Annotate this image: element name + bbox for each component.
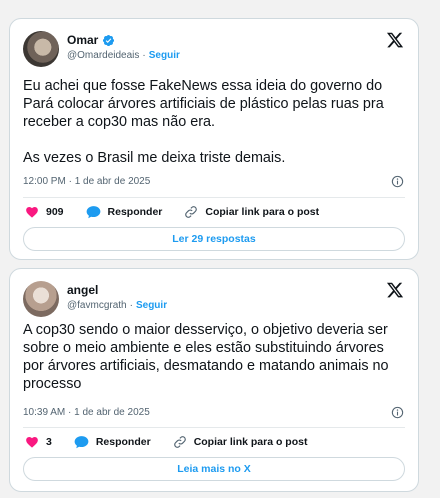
link-icon bbox=[173, 436, 186, 448]
author-handle[interactable]: @favmcgrath bbox=[67, 300, 127, 311]
read-more-button[interactable]: Leia mais no X bbox=[23, 457, 405, 481]
heart-icon bbox=[26, 207, 38, 218]
reply-bubble-icon bbox=[74, 436, 89, 449]
info-icon[interactable] bbox=[391, 175, 404, 188]
follow-link[interactable]: Seguir bbox=[136, 300, 167, 311]
separator: · bbox=[142, 50, 146, 61]
tweet-header: Omar @Omardeideais · Seguir bbox=[23, 29, 406, 71]
copy-link-label: Copiar link para o post bbox=[193, 436, 308, 448]
reply-label: Responder bbox=[95, 436, 151, 448]
tweet-text: A cop30 sendo o maior desserviço, o obje… bbox=[23, 322, 393, 392]
timestamp[interactable]: 12:00 PM · 1 de abr de 2025 bbox=[23, 176, 150, 187]
like-count: 909 bbox=[46, 206, 64, 218]
tweet-header: angel @favmcgrath · Seguir bbox=[23, 279, 406, 321]
reply-label: Responder bbox=[107, 206, 163, 218]
tweet-card[interactable]: Omar @Omardeideais · Seguir Eu achei que… bbox=[9, 18, 419, 260]
read-replies-button[interactable]: Ler 29 respostas bbox=[23, 227, 405, 251]
tweet-text: Eu achei que fosse FakeNews essa ideia d… bbox=[23, 78, 384, 166]
copy-link-label: Copiar link para o post bbox=[205, 206, 320, 218]
divider bbox=[23, 197, 405, 198]
avatar[interactable] bbox=[23, 31, 59, 67]
author-name[interactable]: Omar bbox=[67, 33, 98, 47]
action-bar: 3 Responder Copiar link para o post bbox=[25, 433, 405, 451]
verified-badge-icon bbox=[102, 34, 115, 47]
copy-link-button[interactable]: Copiar link para o post bbox=[184, 205, 319, 219]
reply-button[interactable]: Responder bbox=[74, 435, 151, 449]
reply-button[interactable]: Responder bbox=[86, 205, 163, 219]
tweet-card[interactable]: angel @favmcgrath · Seguir A cop30 sendo… bbox=[9, 268, 419, 492]
separator: · bbox=[129, 300, 133, 311]
follow-link[interactable]: Seguir bbox=[149, 50, 180, 61]
info-icon[interactable] bbox=[391, 406, 404, 419]
like-count: 3 bbox=[46, 436, 52, 448]
author-handle[interactable]: @Omardeideais bbox=[67, 50, 139, 61]
author-name[interactable]: angel bbox=[67, 283, 98, 297]
timestamp[interactable]: 10:39 AM · 1 de abr de 2025 bbox=[23, 407, 150, 418]
avatar[interactable] bbox=[23, 281, 59, 317]
like-button[interactable]: 909 bbox=[25, 205, 64, 219]
action-bar: 909 Responder Copiar link para o post bbox=[25, 203, 405, 221]
heart-icon bbox=[26, 437, 38, 448]
x-logo-icon[interactable] bbox=[386, 281, 404, 299]
link-icon bbox=[185, 206, 198, 218]
reply-bubble-icon bbox=[86, 206, 100, 219]
x-logo-icon[interactable] bbox=[386, 31, 404, 49]
divider bbox=[23, 427, 405, 428]
copy-link-button[interactable]: Copiar link para o post bbox=[173, 435, 308, 449]
like-button[interactable]: 3 bbox=[25, 435, 52, 449]
